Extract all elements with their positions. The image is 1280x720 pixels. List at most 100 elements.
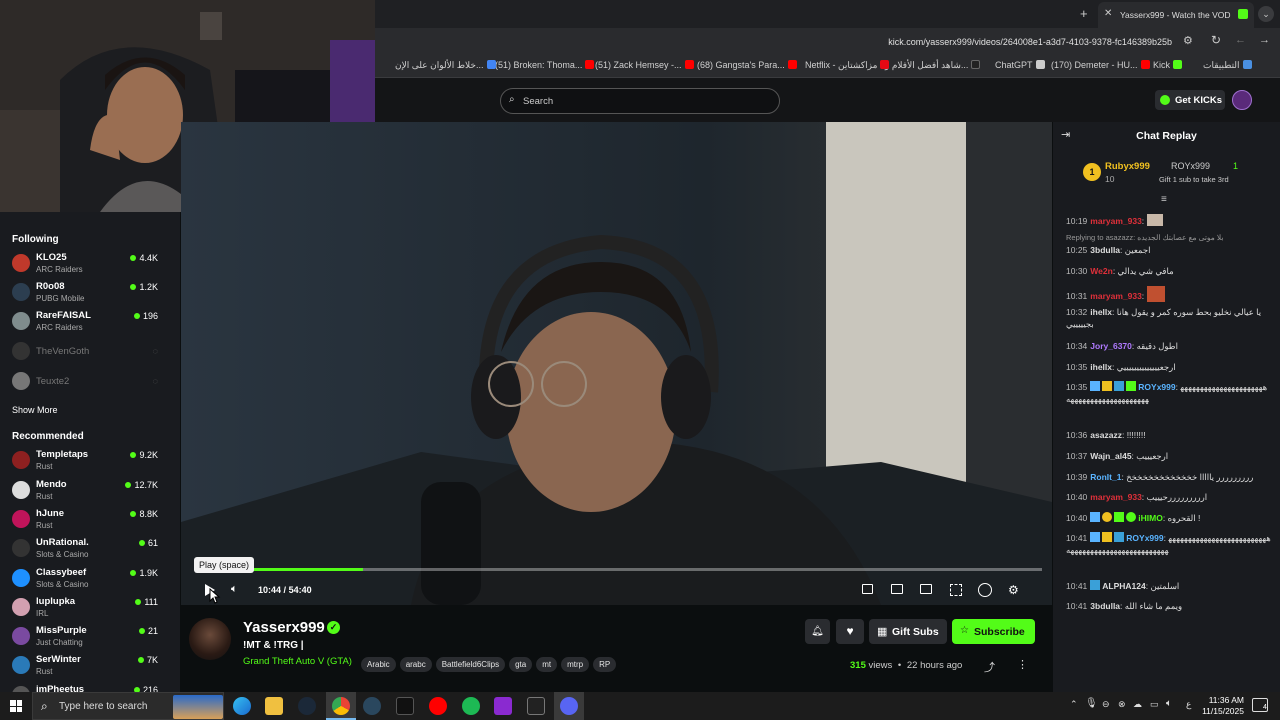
sidebar-item-impheetus[interactable]: imPheetus 216 <box>0 682 180 692</box>
get-kicks-button[interactable]: Get KICKs <box>1155 90 1225 110</box>
bookmark-youtube-4[interactable]: (51) Broken: Thoma... <box>495 60 595 70</box>
sidebar-item-mendo[interactable]: Mendo Rust 12.7K <box>0 477 180 505</box>
user-avatar[interactable] <box>1232 90 1252 110</box>
leaderboard-expand-icon[interactable]: ≡ <box>1161 194 1167 205</box>
live-dot-icon <box>138 628 145 634</box>
steam-2-icon[interactable] <box>363 697 381 715</box>
taskbar-search[interactable]: ⌕ Type here to search <box>32 692 224 720</box>
sidebar: Following KLO25 ARC Raiders 4.4K R0o08 P… <box>0 212 180 692</box>
site-settings-icon[interactable]: ⚙ <box>1183 34 1193 47</box>
pip-button[interactable] <box>862 584 873 594</box>
fullscreen-button[interactable] <box>950 584 962 596</box>
share-icon[interactable]: ⤴ <box>984 659 995 675</box>
tag-chip[interactable]: gta <box>509 657 533 672</box>
subscribe-button[interactable]: ☆ Subscribe <box>952 619 1035 644</box>
bookmark-movies[interactable]: شاهد أفضل الأفلام و... <box>885 60 981 71</box>
channel-name: MissPurple <box>36 625 87 636</box>
tray-overflow-icon[interactable]: ⌃ <box>1070 699 1078 710</box>
next-app-icon[interactable] <box>494 697 512 715</box>
bookmark-apps[interactable]: التطبيقات <box>1203 60 1252 71</box>
more-options-icon[interactable]: ⋮ <box>1017 658 1028 671</box>
bookmark-kick[interactable]: Kick <box>1153 60 1183 70</box>
bookmark-chatgpt[interactable]: ChatGPT <box>995 60 1045 70</box>
sidebar-item-misspurple[interactable]: MissPurple Just Chatting 21 <box>0 623 180 651</box>
video-player[interactable] <box>181 122 1052 605</box>
terminal-icon[interactable] <box>396 697 414 715</box>
badge-icon <box>1102 512 1113 522</box>
gift-subs-button[interactable]: ▦ Gift Subs <box>869 619 947 644</box>
bookmark-youtube-2[interactable]: (68) Gangsta's Para... <box>697 60 797 70</box>
sidebar-item-luplupka[interactable]: luplupka IRL 111 <box>0 594 180 622</box>
active-tab[interactable]: ✕ Yasserx999 - Watch the VOD o <box>1098 2 1254 28</box>
tag-chip[interactable]: mt <box>536 657 558 672</box>
cloud-icon[interactable]: ☁ <box>1133 699 1142 710</box>
forward-icon[interactable]: → <box>1259 34 1270 46</box>
emote-icon <box>1146 214 1163 226</box>
spotify-icon[interactable] <box>462 697 480 715</box>
speed-button[interactable] <box>978 583 992 597</box>
sidebar-item-hjune[interactable]: hJune Rust 8.8K <box>0 506 180 534</box>
sidebar-item-serwinter[interactable]: SerWinter Rust 7K <box>0 652 180 680</box>
sidebar-item-r0o08[interactable]: R0o08 PUBG Mobile 1.2K <box>0 279 180 307</box>
url-text[interactable]: kick.com/yasserx999/videos/264008e1-a3d7… <box>882 37 1172 47</box>
tray-icon-1[interactable]: ⊖ <box>1102 699 1110 710</box>
sidebar-item-unrational[interactable]: UnRational. Slots & Casino 61 <box>0 535 180 563</box>
sidebar-item-klo25[interactable]: KLO25 ARC Raiders 4.4K <box>0 250 180 278</box>
show-more-link[interactable]: Show More <box>12 405 58 415</box>
avatar <box>12 627 30 645</box>
channel-avatar[interactable] <box>189 618 231 660</box>
sidebar-item-thevengoth[interactable]: TheVenGoth ◌ <box>0 338 180 366</box>
tray-icon-2[interactable]: ⊗ <box>1118 699 1126 710</box>
tag-chip[interactable]: mtrp <box>561 657 590 672</box>
notify-button[interactable]: 🔔︎ <box>805 619 830 644</box>
tab-close-icon[interactable]: ✕ <box>1104 8 1112 19</box>
youtube-icon[interactable] <box>429 697 447 715</box>
viewer-count: 7K <box>137 655 158 665</box>
capcut-icon[interactable] <box>527 697 545 715</box>
offline-icon: ◌ <box>152 346 158 356</box>
tag-chip[interactable]: RP <box>593 657 617 672</box>
category-link[interactable]: Grand Theft Auto V (GTA) <box>243 656 352 667</box>
notifications-button[interactable]: 4 <box>1252 698 1268 712</box>
bookmark-youtube-1[interactable]: (170) Demeter - HU... <box>1051 60 1150 70</box>
volume-button[interactable]: 🔈︎ <box>231 583 238 596</box>
mic-icon[interactable]: 🎙︎ <box>1085 698 1098 709</box>
progress-track[interactable] <box>197 568 1042 571</box>
steam-icon[interactable] <box>298 697 316 715</box>
avatar <box>12 539 30 557</box>
new-tab-icon[interactable]: + <box>1080 6 1088 21</box>
bookmark-color-mixer[interactable]: خلاط الألوان على الإن... <box>395 60 496 71</box>
discord-icon[interactable] <box>560 697 578 715</box>
follow-button[interactable]: ♥ <box>836 619 864 644</box>
sidebar-item-rarefaisal[interactable]: RareFAISAL ARC Raiders 196 <box>0 308 180 336</box>
collapse-icon[interactable]: ⌄ <box>1258 6 1274 22</box>
reload-icon[interactable]: ↻ <box>1211 33 1221 47</box>
clip-button[interactable] <box>891 584 903 594</box>
settings-button[interactable]: ⚙ <box>1008 583 1019 597</box>
speaker-icon[interactable]: 🔈︎ <box>1166 698 1172 709</box>
channel-name[interactable]: Yasserx999 <box>243 619 325 636</box>
viewer-count: 1.2K <box>130 282 158 292</box>
sidebar-item-classybeef[interactable]: Classybeef Slots & Casino 1.9K <box>0 565 180 593</box>
sidebar-item-templetaps[interactable]: Templetaps Rust 9.2K <box>0 447 180 475</box>
edge-icon[interactable] <box>233 697 251 715</box>
sidebar-item-teuxte2[interactable]: Teuxte2 ◌ <box>0 368 180 396</box>
language-indicator[interactable]: ع <box>1186 699 1191 710</box>
back-icon[interactable]: ← <box>1235 34 1246 46</box>
theater-button[interactable] <box>920 584 932 594</box>
chat-message: 10:35 ihellx: ارجعييييييييييييييي <box>1066 362 1176 372</box>
bookmark-youtube-3[interactable]: (51) Zack Hemsey -... <box>595 60 694 70</box>
network-icon[interactable]: ▭ <box>1150 699 1159 710</box>
bookmark-netflix[interactable]: Netflix - مزاكشتاين <box>805 60 890 71</box>
subscribe-label: Subscribe <box>974 626 1025 638</box>
tag-chip[interactable]: Battlefield6Clips <box>435 657 506 672</box>
search-input[interactable]: ⌕ Search <box>500 88 780 114</box>
tag-chip[interactable]: Arabic <box>361 657 396 672</box>
windows-start-icon[interactable] <box>10 700 22 712</box>
search-highlight-icon <box>173 695 223 719</box>
tag-chip[interactable]: arabc <box>399 657 432 672</box>
chrome-icon[interactable] <box>332 697 350 715</box>
file-explorer-icon[interactable] <box>265 697 283 715</box>
clock[interactable]: 11:36 AM 11/15/2025 <box>1200 695 1244 717</box>
chat-message: 10:40 iHIMO: القحروه ! <box>1066 512 1201 523</box>
